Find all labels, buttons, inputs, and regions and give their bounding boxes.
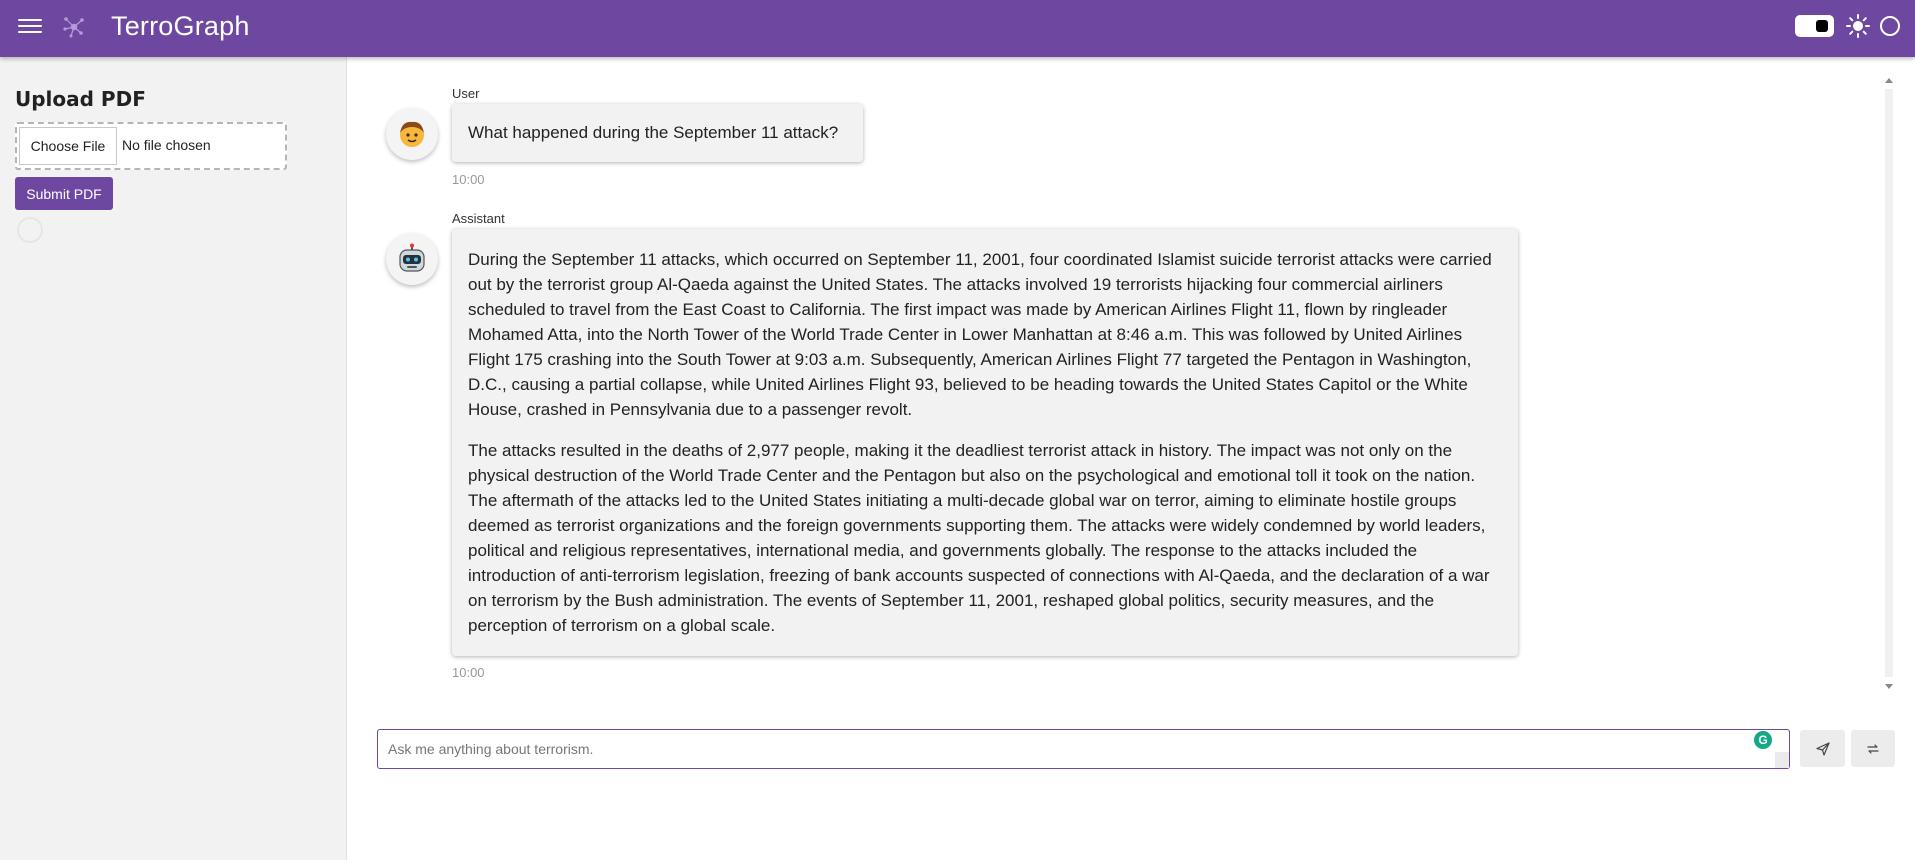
app-title: TerroGraph [111,11,250,41]
chat-input[interactable] [378,730,1789,768]
chat-scrollbar[interactable] [1883,75,1895,692]
assistant-message-bubble: During the September 11 attacks, which o… [452,229,1518,656]
scroll-down-arrow-icon[interactable] [1885,684,1893,689]
hamburger-menu-icon[interactable] [18,16,42,36]
sun-icon[interactable] [1845,13,1871,39]
account-circle-icon[interactable] [1880,16,1900,36]
file-status-text: No file chosen [122,137,211,153]
app-header: TerroGraph [0,0,1915,57]
network-graph-icon [63,17,84,38]
upload-pdf-heading: Upload PDF [15,87,146,111]
robot-emoji-icon [399,243,425,272]
message-sender: Assistant [452,211,505,226]
refresh-button[interactable] [1851,730,1895,767]
scrollbar-track[interactable] [1885,89,1893,677]
scroll-up-arrow-icon[interactable] [1885,78,1893,83]
user-message-bubble: What happened during the September 11 at… [452,104,863,162]
submit-pdf-button[interactable]: Submit PDF [15,177,113,210]
refresh-icon [1867,743,1879,754]
choose-file-button[interactable]: Choose File [19,127,117,165]
loading-spinner [17,217,43,243]
message-text: What happened during the September 11 at… [468,123,839,142]
chat-input-wrapper [377,729,1790,769]
message-sender: User [452,86,480,101]
message-paragraph: The attacks resulted in the deaths of 2,… [468,441,1490,635]
person-emoji-icon [400,121,424,147]
file-drop-zone[interactable]: Choose File No file chosen [15,122,287,170]
message-timestamp: 10:00 [452,665,485,680]
message-paragraph: During the September 11 attacks, which o… [468,250,1492,419]
assistant-avatar [386,233,438,285]
input-resize-handle [1775,752,1789,768]
grammarly-icon[interactable]: G [1754,731,1772,749]
message-timestamp: 10:00 [452,172,485,187]
send-icon [1815,741,1830,756]
sidebar: Upload PDF Choose File No file chosen Su… [0,57,347,860]
user-avatar [386,108,438,160]
theme-toggle-switch[interactable] [1795,15,1834,37]
send-button[interactable] [1800,730,1845,767]
toggle-knob [1816,20,1828,32]
